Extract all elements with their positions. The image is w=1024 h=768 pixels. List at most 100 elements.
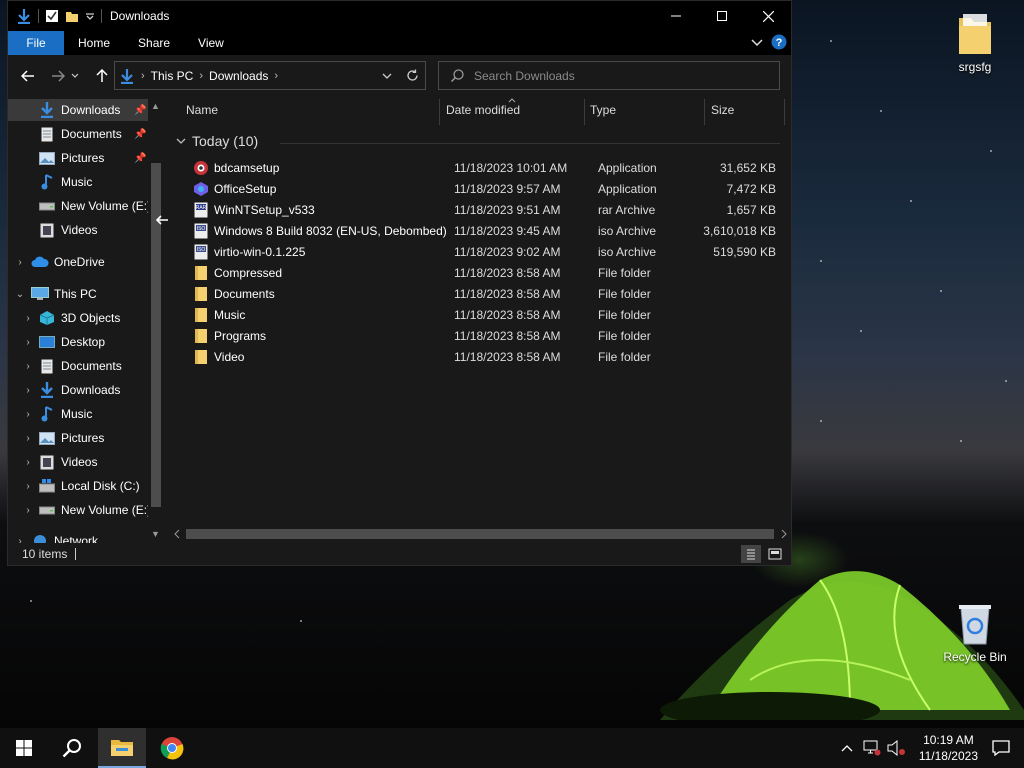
toolbar-divider [101,9,102,23]
column-divider[interactable] [439,99,440,125]
breadcrumb-separator[interactable]: › [141,70,145,82]
expand-chevron-icon[interactable]: › [14,257,26,268]
customize-toolbar-icon[interactable] [85,11,95,21]
help-icon[interactable]: ? [771,34,787,50]
group-header-today[interactable]: Today (10) [176,133,780,149]
expand-chevron-icon[interactable]: › [22,337,34,348]
desktop-folder-srgsfg[interactable]: srgsfg [940,10,1010,74]
pin-icon[interactable]: 📌 [134,129,146,140]
nav-item-3d-objects[interactable]: › 3D Objects [8,307,148,329]
action-center-icon[interactable] [992,740,1010,756]
nav-item-videos-quick[interactable]: Videos [8,219,148,241]
scroll-right-icon[interactable] [780,529,788,539]
start-button[interactable] [0,728,48,768]
show-hidden-icons-chevron-icon[interactable] [841,744,853,752]
horizontal-scrollbar[interactable] [168,525,791,543]
expand-chevron-icon[interactable]: › [14,536,26,544]
nav-item-local-disk-c[interactable]: › Local Disk (C:) [8,475,148,497]
column-header-date-modified[interactable]: Date modified [446,103,520,119]
expand-chevron-icon[interactable]: › [22,433,34,444]
nav-item-pictures-quick[interactable]: Pictures 📌 [8,147,148,169]
up-button[interactable] [90,64,114,88]
maximize-button[interactable] [699,1,745,31]
file-row-winntsetup[interactable]: RAR WinNTSetup_v533 11/18/2023 9:51 AM r… [184,199,784,220]
expand-chevron-icon[interactable]: › [22,409,34,420]
nav-item-onedrive[interactable]: › OneDrive [8,251,148,273]
expand-chevron-icon[interactable]: › [22,361,34,372]
expand-chevron-icon[interactable]: › [22,385,34,396]
breadcrumb-separator[interactable]: › [274,70,278,82]
folder-row-programs[interactable]: Programs 11/18/2023 8:58 AM File folder [184,325,784,346]
folder-row-documents[interactable]: Documents 11/18/2023 8:58 AM File folder [184,283,784,304]
tab-view[interactable]: View [184,31,238,55]
address-history-chevron-icon[interactable] [382,71,392,81]
column-divider[interactable] [704,99,705,125]
nav-item-documents-quick[interactable]: Documents 📌 [8,123,148,145]
collapse-chevron-icon[interactable]: ⌄ [14,289,26,300]
new-folder-icon[interactable] [65,9,79,23]
scroll-up-icon[interactable]: ▲ [151,101,160,111]
close-button[interactable] [745,1,791,31]
volume-muted-icon[interactable] [887,740,907,756]
network-status-icon[interactable] [863,740,881,756]
details-view-button[interactable] [741,545,761,563]
file-date: 11/18/2023 8:58 AM [454,265,561,280]
nav-item-music[interactable]: › Music [8,403,148,425]
breadcrumb-downloads[interactable]: Downloads [209,69,268,83]
clock[interactable]: 10:19 AM 11/18/2023 [919,732,978,764]
search-input[interactable] [474,68,754,83]
nav-pane-scrollbar[interactable]: ▲ ▼ [148,97,164,543]
expand-ribbon-icon[interactable] [751,36,763,48]
pin-icon[interactable]: 📌 [134,153,146,164]
large-icons-view-button[interactable] [765,545,785,563]
nav-item-network[interactable]: › Network [8,530,148,543]
expand-chevron-icon[interactable]: › [22,481,34,492]
nav-item-music-quick[interactable]: Music [8,171,148,193]
folder-row-video[interactable]: Video 11/18/2023 8:58 AM File folder [184,346,784,367]
breadcrumb-separator[interactable]: › [199,70,203,82]
scroll-left-icon[interactable] [173,529,181,539]
file-row-bdcamsetup[interactable]: bdcamsetup 11/18/2023 10:01 AM Applicati… [184,157,784,178]
search-button[interactable] [48,728,96,768]
nav-item-videos[interactable]: › Videos [8,451,148,473]
taskbar-chrome[interactable] [148,728,196,768]
nav-item-this-pc[interactable]: ⌄ This PC [8,283,148,305]
file-row-officesetup[interactable]: OfficeSetup 11/18/2023 9:57 AM Applicati… [184,178,784,199]
address-bar[interactable]: › This PC › Downloads › [114,61,426,90]
folder-row-music[interactable]: Music 11/18/2023 8:58 AM File folder [184,304,784,325]
column-header-name[interactable]: Name [186,103,218,119]
column-header-size[interactable]: Size [711,103,734,119]
column-divider[interactable] [584,99,585,125]
nav-item-desktop[interactable]: › Desktop [8,331,148,353]
folder-row-compressed[interactable]: Compressed 11/18/2023 8:58 AM File folde… [184,262,784,283]
desktop-recycle-bin[interactable]: Recycle Bin [940,602,1010,664]
column-divider[interactable] [784,99,785,125]
minimize-button[interactable] [653,1,699,31]
column-header-type[interactable]: Type [590,103,616,119]
forward-button[interactable] [46,64,70,88]
refresh-icon[interactable] [406,69,419,82]
file-row-windows8-iso[interactable]: ISO Windows 8 Build 8032 (EN-US, Debombe… [184,220,784,241]
expand-chevron-icon[interactable]: › [22,457,34,468]
tab-share[interactable]: Share [124,31,184,55]
pin-icon[interactable]: 📌 [134,105,146,116]
taskbar-file-explorer[interactable] [98,728,146,768]
nav-item-downloads[interactable]: › Downloads [8,379,148,401]
expand-chevron-icon[interactable]: › [22,313,34,324]
nav-item-new-volume-e[interactable]: › New Volume (E:) [8,499,151,521]
nav-item-documents[interactable]: › Documents [8,355,148,377]
properties-icon[interactable] [45,9,59,23]
expand-chevron-icon[interactable]: › [22,505,34,516]
nav-item-new-volume-quick[interactable]: New Volume (E:) [8,195,151,217]
back-button[interactable] [16,64,40,88]
scroll-down-icon[interactable]: ▼ [151,529,160,539]
tab-file[interactable]: File [8,31,64,55]
nav-item-downloads-quick[interactable]: Downloads 📌 [8,99,148,121]
breadcrumb-this-pc[interactable]: This PC [151,69,194,83]
nav-item-pictures[interactable]: › Pictures [8,427,148,449]
tab-home[interactable]: Home [64,31,124,55]
file-row-virtio-win[interactable]: ISO virtio-win-0.1.225 11/18/2023 9:02 A… [184,241,784,262]
recent-locations-button[interactable] [68,64,82,88]
title-bar[interactable]: Downloads [8,1,791,31]
scrollbar-thumb[interactable] [186,529,774,539]
